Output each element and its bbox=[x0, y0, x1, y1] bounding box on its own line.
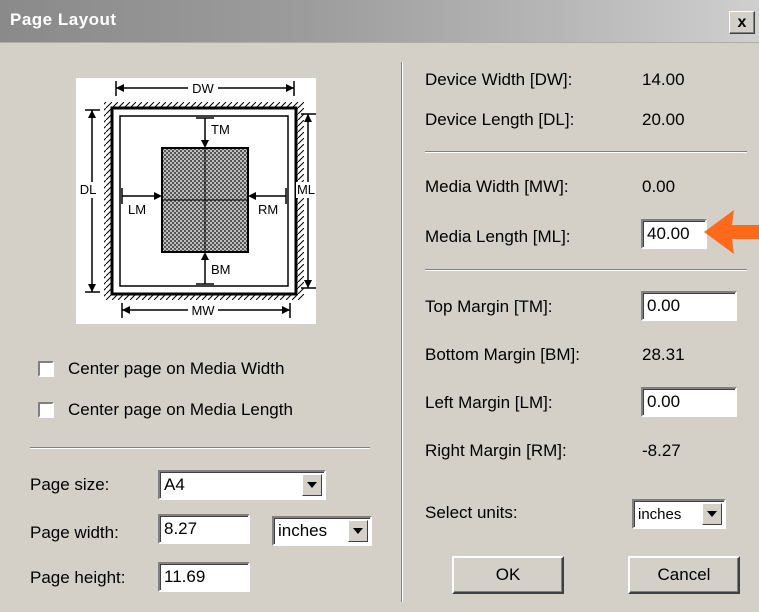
tm-label: TM bbox=[211, 122, 230, 137]
right-divider-1 bbox=[425, 151, 747, 153]
chevron-down-icon bbox=[307, 482, 317, 488]
center-length-checkbox[interactable] bbox=[38, 402, 54, 418]
right-divider-2 bbox=[425, 269, 747, 271]
device-length-value: 20.00 bbox=[642, 110, 685, 129]
media-length-value: 40.00 bbox=[647, 224, 690, 243]
cancel-button-label: Cancel bbox=[657, 565, 711, 584]
width-units-select[interactable]: inches bbox=[272, 516, 372, 546]
media-width-value: 0.00 bbox=[642, 177, 676, 196]
page-width-value: 8.27 bbox=[164, 519, 198, 538]
column-divider bbox=[401, 62, 403, 602]
page-width-label: Page width: bbox=[30, 523, 119, 542]
annotation-arrow-icon bbox=[704, 210, 759, 254]
page-width-input[interactable]: 8.27 bbox=[158, 514, 250, 544]
media-width-label: Media Width [MW]: bbox=[425, 177, 569, 196]
center-length-label: Center page on Media Length bbox=[68, 400, 293, 419]
close-icon: x bbox=[737, 13, 747, 31]
left-margin-value: 0.00 bbox=[647, 392, 681, 411]
dw-label: DW bbox=[192, 81, 214, 96]
center-width-checkbox[interactable] bbox=[38, 361, 54, 377]
width-units-dropdown-button[interactable] bbox=[348, 520, 368, 542]
ok-button-label: OK bbox=[495, 565, 521, 584]
ml-label: ML bbox=[297, 182, 315, 197]
page-height-input[interactable]: 11.69 bbox=[158, 562, 250, 592]
select-units-value: inches bbox=[638, 506, 682, 523]
cancel-button[interactable]: Cancel bbox=[628, 556, 740, 594]
center-width-label: Center page on Media Width bbox=[68, 359, 285, 378]
close-button[interactable]: x bbox=[729, 11, 755, 34]
bottom-margin-value: 28.31 bbox=[642, 345, 685, 364]
bottom-margin-label: Bottom Margin [BM]: bbox=[425, 345, 580, 364]
title-bar[interactable]: Page Layout x bbox=[0, 0, 759, 43]
page-height-value: 11.69 bbox=[164, 567, 206, 586]
top-margin-input[interactable]: 0.00 bbox=[641, 291, 737, 321]
top-margin-value: 0.00 bbox=[647, 296, 681, 315]
chevron-down-icon bbox=[353, 528, 363, 534]
mw-label: MW bbox=[191, 303, 215, 318]
lm-label: LM bbox=[128, 202, 146, 217]
select-units-dropdown-button[interactable] bbox=[702, 503, 722, 525]
page-layout-diagram: DW MW DL ML TM BM LM RM bbox=[76, 78, 316, 324]
media-length-input[interactable]: 40.00 bbox=[641, 219, 707, 249]
bm-label: BM bbox=[211, 262, 231, 277]
page-size-select[interactable]: A4 bbox=[158, 470, 326, 500]
left-margin-input[interactable]: 0.00 bbox=[641, 387, 737, 417]
device-width-label: Device Width [DW]: bbox=[425, 70, 573, 89]
top-margin-label: Top Margin [TM]: bbox=[425, 297, 553, 316]
page-height-label: Page height: bbox=[30, 568, 126, 587]
right-margin-value: -8.27 bbox=[642, 441, 681, 460]
page-size-dropdown-button[interactable] bbox=[302, 474, 322, 496]
device-width-value: 14.00 bbox=[642, 70, 685, 89]
window-title: Page Layout bbox=[10, 10, 117, 29]
dl-label: DL bbox=[80, 182, 97, 197]
rm-label: RM bbox=[258, 202, 278, 217]
chevron-down-icon bbox=[707, 511, 717, 517]
right-margin-label: Right Margin [RM]: bbox=[425, 441, 567, 460]
width-units-value: inches bbox=[278, 521, 328, 540]
left-divider bbox=[30, 447, 370, 449]
page-size-value: A4 bbox=[164, 475, 185, 494]
media-length-label: Media Length [ML]: bbox=[425, 227, 571, 246]
ok-button[interactable]: OK bbox=[452, 556, 564, 594]
select-units-label: Select units: bbox=[425, 503, 518, 522]
device-length-label: Device Length [DL]: bbox=[425, 110, 575, 129]
left-margin-label: Left Margin [LM]: bbox=[425, 393, 553, 412]
page-size-label: Page size: bbox=[30, 475, 110, 494]
select-units-dropdown[interactable]: inches bbox=[632, 499, 726, 529]
